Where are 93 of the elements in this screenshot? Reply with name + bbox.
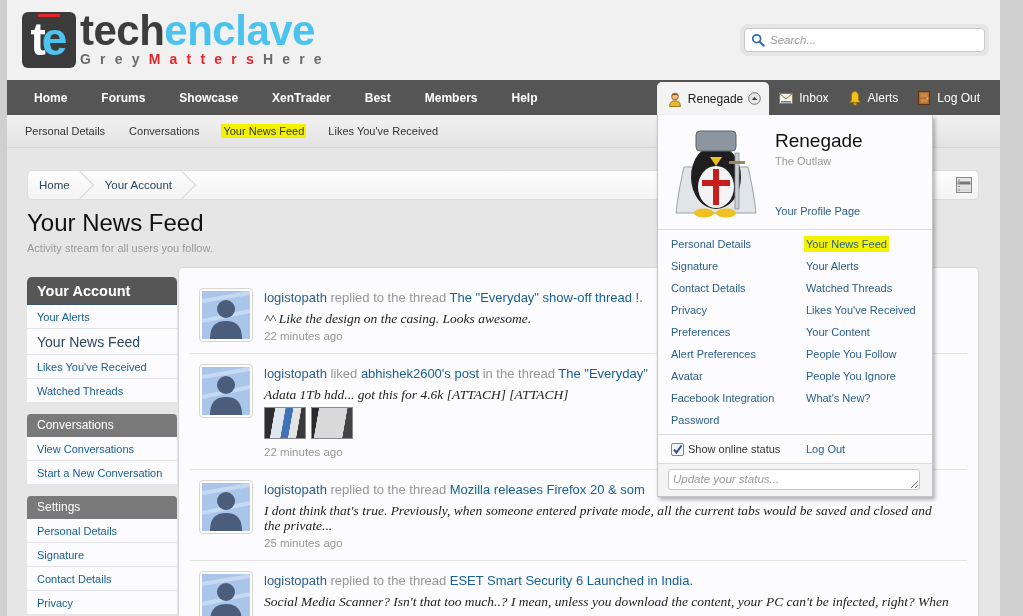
menu-link[interactable]: Signature [669,258,721,274]
sidebar-link[interactable]: Privacy [27,591,177,615]
breadcrumb-link[interactable]: Home [28,171,94,199]
account-tab[interactable]: Renegade [656,82,770,115]
user-avatar[interactable] [199,480,253,534]
nav-link[interactable]: Inbox [769,80,838,115]
page-title: Your News Feed [27,208,204,238]
profile-link[interactable]: Your Profile Page [773,203,863,219]
username-link[interactable]: logistopath [264,290,327,305]
photo-placeholder[interactable] [264,407,306,439]
nav-link[interactable]: Home [17,80,85,115]
menu-link[interactable]: Your News Feed [804,236,889,252]
logo-tagline: Grey Matters Here [80,50,331,68]
user-title: The Outlaw [775,154,832,168]
logo-mark[interactable]: te [22,12,76,68]
account-name: Renegade [775,130,863,152]
sidebar-link[interactable]: Your Alerts [27,305,177,329]
logout-link[interactable]: Log Out [804,441,848,457]
menu-link[interactable]: Alert Preferences [669,346,758,362]
sidebar-link[interactable]: Start a New Conversation [27,461,177,485]
thread-link[interactable]: abhishek2600's post [360,366,479,381]
caret-icon [748,92,762,105]
menu-link[interactable]: People You Follow [804,346,899,362]
breadcrumb-link[interactable]: Your Account [93,171,197,199]
nav-link[interactable]: Help [494,80,555,115]
menu-link[interactable]: Personal Details [669,236,754,252]
menu-link[interactable]: Your Alerts [804,258,861,274]
subnav-link[interactable]: Your News Feed [221,124,307,138]
nav-link[interactable]: XenTrader [255,80,348,115]
bell-icon [846,89,863,106]
checkbox-label[interactable]: Show online status [688,443,781,455]
sidebar-link[interactable]: Likes You've Received [27,355,177,379]
post-excerpt: I dont think that's true. Previously, when someone entered private mode, all the current tabs would be saved and closed and the private... [264,503,933,533]
page-description: Activity stream for all users you follow. [27,241,213,255]
nav-link[interactable]: Log Out [907,80,989,115]
sidebar-heading: Your Account [27,277,177,305]
logo-wordmark[interactable]: techenclave [80,13,315,49]
nav-link[interactable]: Alerts [837,80,908,115]
thread-link[interactable]: The "Everyday" show-off thread !. [449,290,643,305]
thread-link[interactable]: ESET Smart Security 6 Launched in India. [449,573,694,588]
list-icon[interactable] [956,177,972,193]
nav-link[interactable]: Best [347,80,408,115]
nav-link[interactable]: Members [407,80,495,115]
menu-link[interactable]: Privacy [669,302,710,318]
post-excerpt: Adata 1Tb hdd... got this for 4.6k [ATTACH] [ATTACH] [264,387,569,402]
thread-link[interactable]: The "Everyday" [558,366,648,381]
menu-link[interactable]: People You Ignore [804,368,898,384]
sidebar-heading: Conversations [27,414,177,437]
menu-link[interactable]: Preferences [669,324,733,340]
sidebar-heading: Settings [27,496,177,519]
sidebar-link[interactable]: Contact Details [27,567,177,591]
timestamp: 22 minutes ago [264,329,343,344]
sidebar-link[interactable]: Your News Feed [27,329,177,355]
activity-text: in the thread [482,366,555,381]
subnav-link[interactable]: Conversations [127,124,202,138]
user-avatar[interactable] [199,364,253,418]
menu-link[interactable]: Password [669,412,722,428]
activity-text: replied to the thread [330,573,447,588]
photo-placeholder[interactable] [311,407,353,439]
username-link[interactable]: logistopath [264,482,327,497]
menu-link[interactable]: Facebook Integration [669,390,777,406]
menu-link[interactable]: Your Content [804,324,872,340]
activity-text: liked [330,366,358,381]
nav-link[interactable]: Forums [84,80,163,115]
search-icon [751,33,765,47]
activity-text: replied to the thread [330,290,447,305]
menu-link[interactable]: What's New? [804,390,873,406]
post-excerpt: Social Media Scanner? Isn't that too much..? I mean, unless you download the content, your PC can't be infected, right? When [264,594,949,609]
menu-link[interactable]: Contact Details [669,280,748,296]
user-icon [666,90,683,107]
search-field[interactable]: Search... [744,28,985,52]
thread-link[interactable]: Mozilla releases Firefox 20 & som [449,482,645,497]
nav-link[interactable]: Showcase [162,80,256,115]
username-link[interactable]: logistopath [264,366,327,381]
menu-link[interactable]: Watched Threads [804,280,895,296]
sidebar-link[interactable]: View Conversations [27,437,177,461]
checkbox[interactable] [671,442,684,456]
door-icon [916,89,933,106]
username-link[interactable]: logistopath [264,573,327,588]
timestamp: 25 minutes ago [264,536,343,551]
subnav-link[interactable]: Likes You've Received [326,124,441,138]
timestamp: 22 minutes ago [264,445,343,460]
user-avatar[interactable] [199,571,253,616]
user-avatar[interactable] [199,288,253,342]
status-field[interactable]: Update your status... [668,469,920,490]
subnav-link[interactable]: Personal Details [23,124,108,138]
sidebar-link[interactable]: Signature [27,543,177,567]
menu-link[interactable]: Likes You've Received [804,302,918,318]
activity-text: replied to the thread [330,482,447,497]
post-excerpt: ^^ Like the design on the casing. Looks awesome. [264,311,532,326]
sidebar-link[interactable]: Personal Details [27,519,177,543]
sidebar-link[interactable]: Watched Threads [27,379,177,403]
menu-link[interactable]: Avatar [669,368,705,384]
